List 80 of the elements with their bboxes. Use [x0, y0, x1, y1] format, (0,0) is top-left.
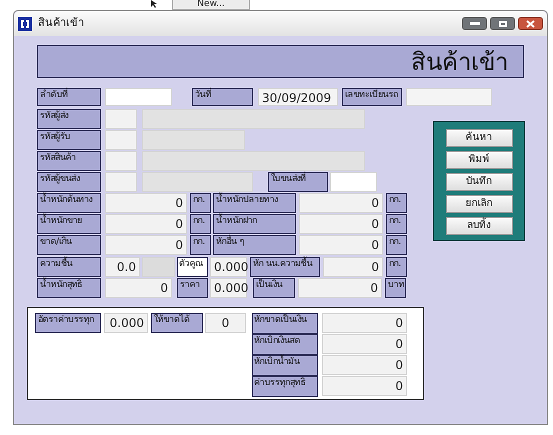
text-field[interactable]: 0: [205, 313, 246, 333]
text-field[interactable]: [105, 130, 137, 150]
field-label: หักเบิกเงินสด: [252, 334, 318, 355]
maximize-icon: [498, 20, 506, 26]
text-field[interactable]: [142, 172, 253, 192]
field-label: ค่าบรรทุกสุทธิ: [252, 376, 318, 397]
text-field[interactable]: 0: [298, 278, 382, 298]
text-field[interactable]: 0.000: [104, 313, 148, 333]
unit-label: กก.: [386, 257, 407, 277]
field-label: น้ำหนักปลายทาง: [213, 193, 296, 213]
text-field[interactable]: 0: [105, 214, 187, 234]
text-field[interactable]: 0: [105, 235, 187, 255]
unit-label: กก.: [190, 235, 211, 255]
text-field[interactable]: 0: [322, 334, 407, 354]
text-field[interactable]: 0: [322, 376, 407, 396]
field-label: รหัสผู้ส่ง: [37, 109, 101, 129]
field-label: หักเบิกน้ำมัน: [252, 355, 318, 376]
text-field[interactable]: [142, 257, 175, 277]
minimize-button[interactable]: [462, 17, 487, 30]
text-field[interactable]: 0: [322, 355, 407, 375]
field-label: ให้ขาดได้: [151, 313, 203, 333]
unit-label: กก.: [190, 214, 211, 234]
text-field[interactable]: [105, 172, 137, 192]
text-field[interactable]: 0.0: [105, 257, 140, 277]
action-button[interactable]: บันทึก: [446, 173, 512, 191]
text-field[interactable]: 0: [322, 313, 407, 333]
text-field[interactable]: 0.000: [210, 278, 247, 298]
text-field[interactable]: [330, 172, 377, 192]
text-field[interactable]: 0: [105, 193, 187, 213]
action-button[interactable]: พิมพ์: [446, 151, 512, 169]
field-label: ขาด/เกิน: [37, 235, 101, 255]
close-icon: [526, 20, 535, 28]
field-label: หักอื่น ๆ: [213, 235, 296, 255]
field-label: ใบขนส่งที่: [268, 172, 328, 192]
field-label: น้ำหนักขาย: [37, 214, 101, 234]
unit-label: กก.: [190, 193, 211, 213]
maximize-button[interactable]: [490, 17, 515, 30]
text-field[interactable]: 30/09/2009: [258, 88, 338, 106]
text-field[interactable]: 0: [323, 257, 383, 277]
close-button[interactable]: [518, 17, 543, 30]
text-field[interactable]: 0: [105, 278, 172, 298]
field-label: ตัวคูณ: [177, 257, 208, 277]
text-field[interactable]: [142, 151, 365, 171]
window-title: สินค้าเข้า: [38, 15, 84, 32]
text-field[interactable]: 0.000: [210, 257, 247, 277]
field-label: รหัสสินค้า: [37, 151, 101, 171]
field-label: หัก นน.ความชื้น: [250, 257, 320, 277]
window-icon: [18, 16, 32, 30]
unit-label: กก.: [386, 193, 407, 213]
text-field[interactable]: [105, 151, 137, 171]
field-label: หักขาดเป็นเงิน: [252, 313, 318, 334]
field-label: เป็นเงิน: [253, 278, 295, 298]
action-button[interactable]: ยกเลิก: [446, 195, 512, 213]
action-button[interactable]: ลบทิ้ง: [446, 217, 512, 235]
text-field[interactable]: [105, 88, 172, 106]
unit-label: กก.: [386, 235, 407, 255]
field-label: รหัสผู้ขนส่ง: [37, 172, 101, 192]
field-label: ราคา: [177, 278, 208, 298]
text-field[interactable]: [105, 109, 137, 129]
field-label: ลำดับที่: [37, 88, 101, 106]
field-label: รหัสผู้รับ: [37, 130, 101, 150]
text-field[interactable]: [406, 88, 492, 106]
field-label: น้ำหนักฝาก: [213, 214, 296, 234]
text-field[interactable]: 0: [299, 193, 383, 213]
text-field[interactable]: 0: [299, 214, 383, 234]
minimize-icon: [470, 22, 480, 25]
unit-label: บาท: [385, 278, 406, 298]
action-button[interactable]: ค้นหา: [446, 129, 512, 147]
field-label: น้ำหนักต้นทาง: [37, 193, 101, 213]
pointer-icon: [150, 0, 158, 8]
form-title: สินค้าเข้า: [411, 46, 508, 76]
text-field[interactable]: 0: [299, 235, 383, 255]
field-label: วันที่: [192, 88, 253, 106]
text-field[interactable]: [142, 130, 245, 150]
unit-label: กก.: [386, 214, 407, 234]
text-field[interactable]: [142, 109, 365, 129]
field-label: ความชื้น: [37, 257, 101, 277]
field-label: น้ำหนักสุทธิ: [37, 278, 101, 298]
field-label: อัตราค่าบรรทุก: [35, 313, 101, 333]
field-label: เลขทะเบียนรถ: [342, 88, 402, 106]
